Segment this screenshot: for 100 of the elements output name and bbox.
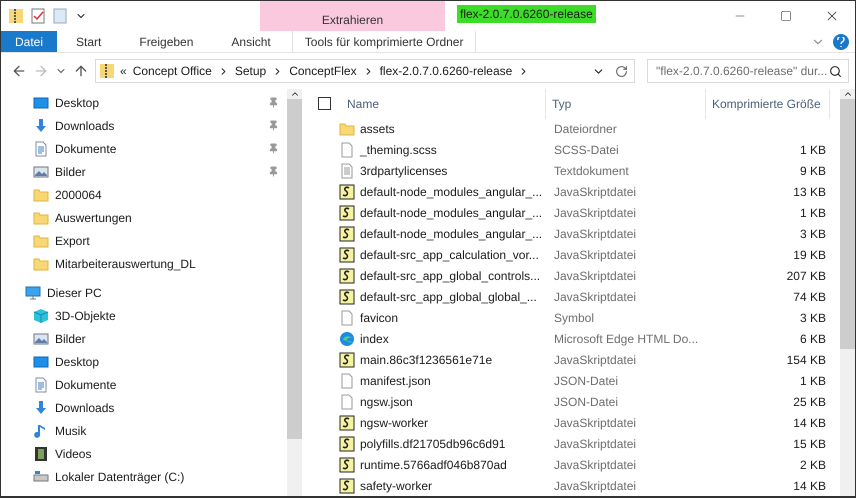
folder-icon — [33, 256, 49, 272]
script-file-icon — [339, 436, 355, 452]
browser-icon — [339, 330, 355, 347]
sidebar-item[interactable]: Dokumente — [1, 373, 287, 396]
sidebar-item[interactable]: Lokaler Datenträger (C:) — [1, 465, 287, 488]
context-tab-header: Extrahieren — [260, 1, 445, 31]
column-header[interactable]: Komprimierte Größe — [706, 89, 830, 119]
file-row[interactable]: main.86c3f1236561e71e JavaSkriptdatei 154 KB — [302, 349, 840, 370]
sidebar-item[interactable]: Musik — [1, 419, 287, 442]
breadcrumb[interactable]: Concept Office — [132, 64, 212, 78]
file-name: main.86c3f1236561e71e — [360, 352, 492, 367]
file-type: JavaSkriptdatei — [554, 352, 638, 367]
ribbon-tab[interactable]: Datei — [1, 31, 58, 52]
file-name: _theming.scss — [360, 143, 437, 158]
file-type: JavaSkriptdatei — [554, 248, 638, 262]
refresh-icon[interactable] — [615, 64, 628, 78]
zip-folder-icon[interactable] — [9, 8, 23, 24]
image-icon — [33, 164, 49, 180]
file-row[interactable]: manifest.json JSON-Datei 1 KB — [302, 370, 840, 392]
file-size: 2 KB — [798, 458, 827, 472]
scrollbar[interactable] — [287, 89, 302, 496]
zip-folder-icon — [100, 63, 114, 79]
file-name: runtime.5766adf046b870ad — [360, 458, 507, 472]
column-header[interactable]: Name — [341, 89, 546, 119]
search-field[interactable]: "flex-2.0.7.0.6260-release" dur... — [647, 59, 849, 83]
file-name: default-src_app_global_global_... — [360, 290, 537, 304]
file-size: 14 KB — [792, 416, 827, 430]
file-size: 19 KB — [792, 248, 827, 262]
folder-icon — [33, 210, 49, 226]
image-icon — [33, 330, 49, 346]
file-row[interactable]: _theming.scss SCSS-Datei 1 KB — [302, 140, 840, 161]
file-icon — [339, 394, 355, 410]
select-all-checkbox[interactable] — [318, 97, 331, 110]
file-name: default-node_modules_angular_... — [360, 185, 542, 200]
file-row[interactable]: ngsw-worker JavaSkriptdatei 14 KB — [302, 412, 840, 434]
file-icon — [339, 310, 355, 326]
desktop-icon — [33, 94, 49, 110]
file-size: 1 KB — [798, 206, 827, 220]
file-name: default-node_modules_angular_... — [360, 206, 542, 220]
file-row[interactable]: safety-worker JavaSkriptdatei 14 KB — [302, 475, 840, 496]
file-row[interactable]: default-src_app_global_controls... JavaSkriptdatei 207 KB — [302, 266, 840, 287]
breadcrumb[interactable]: flex-2.0.7.0.6260-release — [380, 64, 512, 78]
film-icon — [33, 446, 49, 462]
sidebar-item[interactable]: Bilder — [1, 160, 287, 183]
sidebar-item[interactable]: Dokumente — [1, 137, 287, 160]
file-size: 3 KB — [798, 227, 827, 242]
file-row[interactable]: ngsw.json JSON-Datei 25 KB — [302, 391, 840, 412]
file-name: default-src_app_global_controls... — [360, 269, 540, 284]
file-row[interactable]: default-node_modules_angular_... JavaSkriptdatei 3 KB — [302, 224, 840, 245]
help-icon[interactable] — [833, 34, 849, 50]
file-row[interactable]: runtime.5766adf046b870ad JavaSkriptdatei 2 KB — [302, 454, 840, 476]
file-size: 3 KB — [798, 310, 827, 325]
sidebar-item[interactable]: Desktop — [1, 91, 287, 114]
sidebar-item[interactable]: Downloads — [1, 396, 287, 419]
script-file-icon — [339, 247, 355, 264]
file-type: Symbol — [554, 310, 596, 325]
file-type: JSON-Datei — [554, 374, 620, 388]
sidebar-item[interactable]: 3D-Objekte — [1, 304, 287, 327]
address-bar[interactable]: « Concept Office Setup ConceptFlex flex-2.0.7.0.6260-release — [95, 59, 635, 83]
breadcrumb[interactable]: ConceptFlex — [289, 64, 357, 78]
file-row[interactable]: default-src_app_global_global_... JavaSkriptdatei 74 KB — [302, 286, 840, 308]
sidebar-item[interactable]: Bilder — [1, 327, 287, 350]
search-icon — [829, 64, 842, 78]
sidebar-item[interactable]: 2000064 — [1, 183, 287, 206]
ribbon-tab[interactable]: Tools für komprimierte Ordner — [292, 31, 476, 52]
file-row[interactable]: default-src_app_calculation_vor... JavaSkriptdatei 19 KB — [302, 244, 840, 266]
file-type: Dateiordner — [554, 122, 618, 136]
file-type: JavaSkriptdatei — [554, 206, 638, 220]
maximize-icon[interactable] — [780, 10, 792, 22]
file-row[interactable]: index Microsoft Edge HTML Do... 6 KB — [302, 328, 840, 350]
script-file-icon — [339, 184, 355, 200]
scrollbar[interactable] — [840, 89, 855, 496]
file-row[interactable]: default-node_modules_angular_... JavaSkriptdatei 1 KB — [302, 202, 840, 224]
file-name: assets — [360, 122, 395, 136]
sidebar-item[interactable]: Dieser PC — [1, 281, 287, 304]
column-header[interactable]: Typ — [546, 89, 706, 119]
file-row[interactable]: default-node_modules_angular_... JavaSkriptdatei 13 KB — [302, 182, 840, 203]
breadcrumb[interactable]: Setup — [234, 64, 266, 78]
script-file-icon — [339, 352, 355, 368]
script-file-icon — [339, 226, 355, 242]
script-file-icon — [339, 289, 355, 306]
computer-icon — [25, 284, 41, 300]
properties-icon[interactable] — [31, 8, 45, 24]
folder-icon — [33, 232, 49, 248]
sidebar-item[interactable]: Videos — [1, 442, 287, 465]
sidebar-item[interactable]: Downloads — [1, 114, 287, 137]
file-row[interactable]: polyfills.df21705db96c6d91 JavaSkriptdatei 15 KB — [302, 433, 840, 454]
sidebar-item[interactable]: Export — [1, 229, 287, 252]
file-row[interactable]: favicon Symbol 3 KB — [302, 308, 840, 328]
file-name: favicon — [360, 310, 398, 325]
sidebar-item[interactable]: Auswertungen — [1, 206, 287, 229]
file-size: 1 KB — [798, 374, 827, 388]
file-type: JavaSkriptdatei — [554, 416, 638, 430]
breadcrumb-overflow[interactable]: « — [120, 64, 127, 78]
sidebar-item[interactable]: Mitarbeiterauswertung_DL — [1, 252, 287, 275]
file-row[interactable]: assets Dateiordner — [302, 118, 840, 140]
file-type: JavaSkriptdatei — [554, 290, 638, 304]
folder-icon — [339, 121, 355, 138]
sidebar-item[interactable]: Desktop — [1, 350, 287, 373]
file-row[interactable]: 3rdpartylicenses Textdokument 9 KB — [302, 160, 840, 182]
